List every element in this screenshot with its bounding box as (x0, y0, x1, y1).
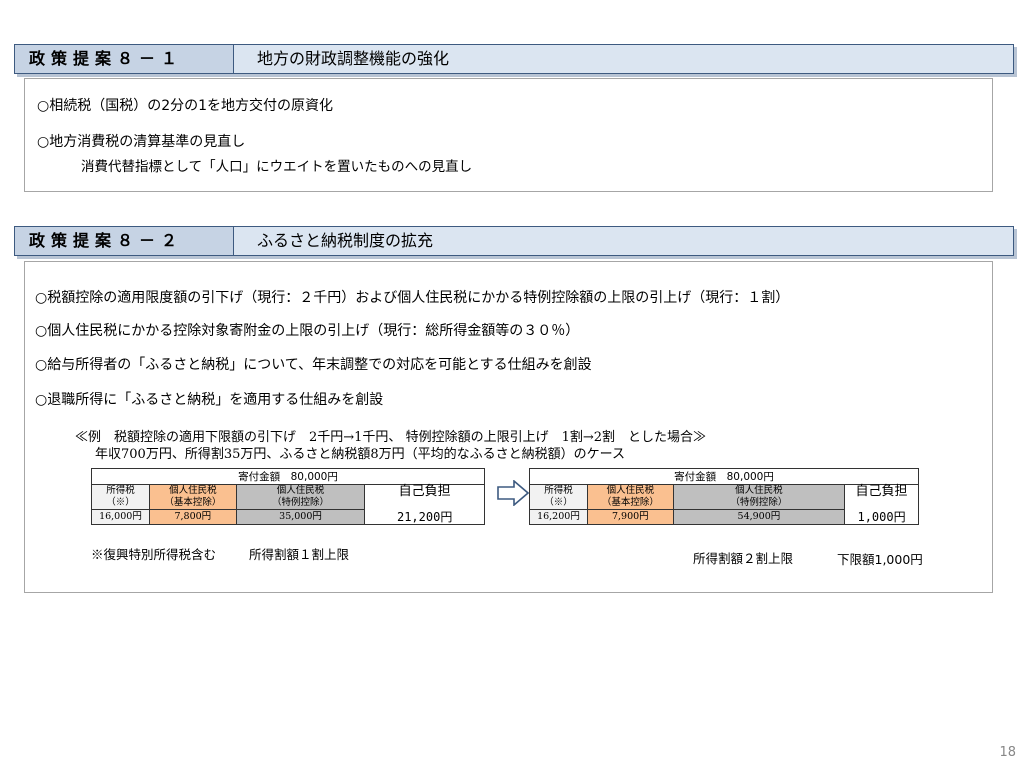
cap-label-current: 所得割額１割上限 (249, 547, 350, 562)
cell-income-tax-value: 16,000円 (91, 509, 150, 525)
section2-bullet-1: ○税額控除の適用限度額の引下げ（現行：２千円）および個人住民税にかかる特例控除額… (35, 290, 790, 306)
section2-label: 政策提案８－２ (15, 227, 234, 255)
example-case: 年収700万円、所得割35万円、ふるさと納税額8万円（平均的なふるさと納税額）の… (95, 447, 625, 462)
table-header: 寄付金額 80,000円 (91, 468, 485, 485)
cap-label-proposed: 所得割額２割上限 (693, 551, 794, 566)
cell-income-tax-value: 16,200円 (529, 509, 588, 525)
cell-income-tax-label: 所得税 （※） (91, 484, 150, 510)
cell-resident-special-label: 個人住民税 （特例控除） (672, 484, 846, 510)
page-number: 18 (999, 745, 1016, 760)
cell-self-burden-label: 自己負担 (364, 484, 485, 510)
cell-resident-basic-value: 7,900円 (586, 509, 674, 525)
section1-sub: 消費代替指標として「人口」にウエイトを置いたものへの見直し (81, 159, 473, 175)
lower-limit-label: 下限額1,000円 (837, 552, 923, 567)
section1-body: ○相続税（国税）の2分の1を地方交付の原資化 ○地方消費税の清算基準の見直し 消… (24, 78, 993, 192)
cell-income-tax-label: 所得税 （※） (529, 484, 588, 510)
section2-header: 政策提案８－２ ふるさと納税制度の拡充 (14, 226, 1014, 256)
section2-bullet-4: ○退職所得に「ふるさと納税」を適用する仕組みを創設 (35, 392, 384, 408)
section1-header: 政策提案８－１ 地方の財政調整機能の強化 (14, 44, 1014, 74)
cell-resident-special-value: 35,000円 (235, 509, 366, 525)
calc-table-current: 寄付金額 80,000円 所得税 （※） 個人住民税 （基本控除） 個人住民税 （特例… (91, 468, 485, 525)
cell-self-burden-label: 自己負担 (844, 484, 919, 510)
cell-resident-basic-label: 個人住民税 （基本控除） (148, 484, 237, 510)
section1-title: 地方の財政調整機能の強化 (257, 49, 450, 68)
cell-resident-basic-value: 7,800円 (148, 509, 237, 525)
section2-body: ○税額控除の適用限度額の引下げ（現行：２千円）および個人住民税にかかる特例控除額… (24, 261, 993, 593)
section2-bullet-2: ○個人住民税にかかる控除対象寄附金の上限の引上げ（現行：総所得金額等の３０％） (35, 323, 580, 339)
cell-self-burden-value: 21,200円 (364, 509, 485, 525)
cell-resident-special-value: 54,900円 (672, 509, 846, 525)
section2-title: ふるさと納税制度の拡充 (257, 231, 434, 250)
section2-bullet-3: ○給与所得者の「ふるさと納税」について、年末調整での対応を可能とする仕組みを創設 (35, 357, 592, 373)
section1-bullet-1: ○相続税（国税）の2分の1を地方交付の原資化 (37, 98, 334, 114)
cell-resident-special-label: 個人住民税 （特例控除） (235, 484, 366, 510)
calc-table-proposed: 寄付金額 80,000円 所得税 （※） 個人住民税 （基本控除） 個人住民税 （特例… (529, 468, 919, 525)
footnote: ※復興特別所得税含む (91, 547, 217, 562)
right-arrow-icon (497, 480, 529, 506)
section1-label: 政策提案８－１ (15, 45, 234, 73)
section1-bullet-2: ○地方消費税の清算基準の見直し (37, 134, 246, 150)
cell-resident-basic-label: 個人住民税 （基本控除） (586, 484, 674, 510)
table-header: 寄付金額 80,000円 (529, 468, 919, 485)
cell-self-burden-value: 1,000円 (844, 509, 919, 525)
